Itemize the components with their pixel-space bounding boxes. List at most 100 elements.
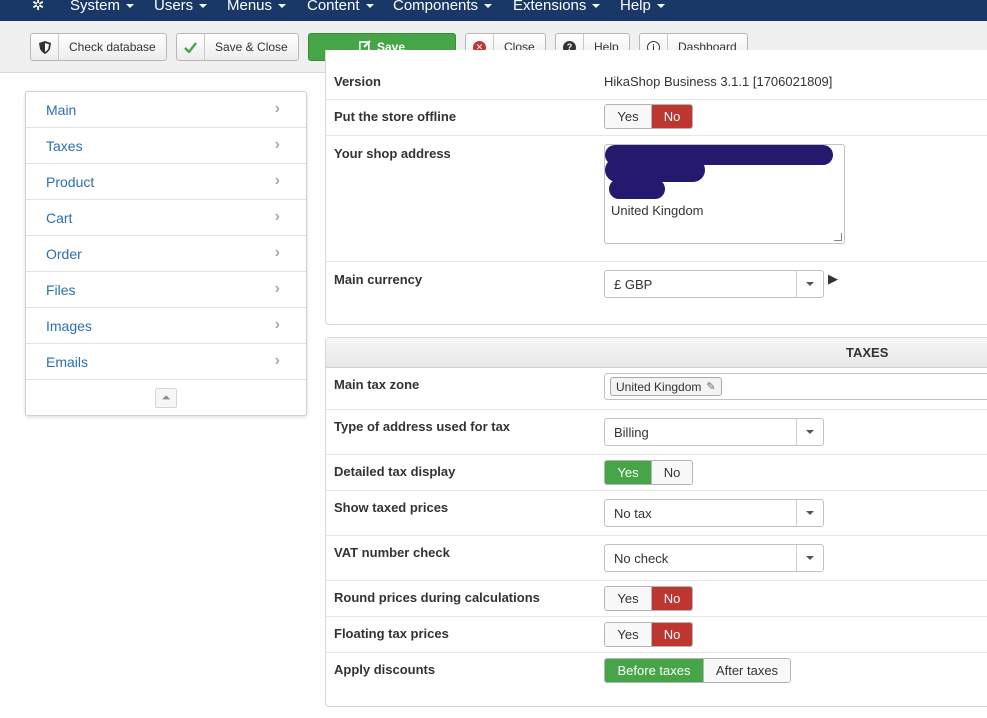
chevron-right-icon: › [274, 244, 280, 261]
top-menu-bar: ✲ System Users Menus Content Components … [0, 0, 987, 21]
round-prices-row: Round prices during calculations Yes No [326, 581, 987, 617]
main-currency-row: Main currency £ GBP ▶ [326, 262, 987, 324]
sidebar-item-taxes[interactable]: Taxes › [26, 128, 306, 164]
sidebar-item-label: Main [46, 101, 77, 118]
redaction-mark [609, 179, 665, 199]
floating-tax-no[interactable]: No [651, 623, 692, 646]
caret-down-icon [126, 4, 135, 9]
sidebar-item-label: Cart [46, 209, 73, 226]
apply-discounts-label: Apply discounts [334, 662, 436, 677]
round-prices-toggle: Yes No [604, 586, 693, 611]
menu-system-label: System [70, 0, 121, 14]
sidebar-item-main[interactable]: Main › [26, 92, 306, 128]
taxes-title: TAXES [846, 345, 889, 360]
menu-components[interactable]: Components [393, 0, 493, 16]
menu-extensions[interactable]: Extensions [513, 0, 601, 16]
taxes-panel: TAXES Main tax zone United Kingdom ✎ Type… [325, 337, 987, 707]
sidebar-item-label: Taxes [46, 137, 83, 154]
store-offline-no[interactable]: No [651, 105, 692, 128]
collapse-menu-icon[interactable]: ⏶ [155, 388, 177, 408]
sidebar-item-files[interactable]: Files › [26, 272, 306, 308]
chevron-right-icon: › [274, 100, 280, 117]
shop-address-label: Your shop address [334, 146, 451, 161]
vat-check-row: VAT number check No check [326, 536, 987, 581]
floating-tax-yes[interactable]: Yes [605, 623, 651, 646]
show-taxed-select[interactable]: No tax [604, 499, 824, 527]
caret-down-icon [365, 4, 374, 9]
caret-down-icon [278, 4, 287, 9]
menu-menus[interactable]: Menus [227, 0, 287, 16]
store-offline-row: Put the store offline Yes No [326, 100, 987, 136]
save-close-button[interactable]: Save & Close [176, 33, 299, 61]
resize-handle-icon[interactable] [834, 233, 842, 241]
store-offline-label: Put the store offline [334, 109, 457, 124]
sidebar-item-emails[interactable]: Emails › [26, 344, 306, 380]
dropdown-arrow-icon [796, 500, 823, 526]
config-side-menu: Main › Taxes › Product › Cart › Order › Files… [25, 91, 307, 416]
sidebar-item-label: Images [46, 317, 92, 334]
caret-down-icon [592, 4, 601, 9]
pencil-icon[interactable]: ✎ [706, 380, 715, 393]
main-tax-zone-label: Main tax zone [334, 377, 420, 392]
sidebar-item-order[interactable]: Order › [26, 236, 306, 272]
menu-help[interactable]: Help [620, 0, 665, 16]
caret-down-icon [656, 4, 665, 9]
main-settings-panel: Version HikaShop Business 3.1.1 [1706021… [325, 50, 987, 325]
zone-tag[interactable]: United Kingdom ✎ [610, 377, 722, 396]
sidebar-item-images[interactable]: Images › [26, 308, 306, 344]
round-prices-no[interactable]: No [651, 587, 692, 610]
check-database-button[interactable]: Check database [30, 33, 167, 61]
menu-content[interactable]: Content [307, 0, 374, 16]
tax-address-type-label: Type of address used for tax [334, 419, 511, 434]
check-database-label: Check database [69, 40, 156, 54]
sidebar-item-cart[interactable]: Cart › [26, 200, 306, 236]
detailed-tax-no[interactable]: No [651, 461, 692, 484]
caret-down-icon [199, 4, 208, 9]
round-prices-label: Round prices during calculations [334, 590, 540, 605]
discounts-after-taxes[interactable]: After taxes [703, 659, 790, 682]
shop-address-textarea[interactable]: United Kingdom [604, 144, 845, 244]
taxes-header: TAXES [326, 338, 987, 368]
tax-address-type-select[interactable]: Billing [604, 418, 824, 446]
show-taxed-row: Show taxed prices No tax [326, 491, 987, 536]
floating-tax-toggle: Yes No [604, 622, 693, 647]
currency-link-chevron-icon[interactable]: ▶ [828, 271, 838, 287]
main-tax-zone-field[interactable]: United Kingdom ✎ [604, 373, 987, 400]
round-prices-yes[interactable]: Yes [605, 587, 651, 610]
tax-address-type-value: Billing [614, 424, 649, 440]
floating-tax-label: Floating tax prices [334, 626, 449, 641]
store-offline-yes[interactable]: Yes [605, 105, 651, 128]
chevron-right-icon: › [274, 316, 280, 333]
menu-users-label: Users [154, 0, 194, 14]
main-currency-value: £ GBP [614, 276, 653, 292]
menu-users[interactable]: Users [154, 0, 208, 16]
chevron-right-icon: › [274, 208, 280, 225]
discounts-before-taxes[interactable]: Before taxes [605, 659, 703, 682]
version-row: Version HikaShop Business 3.1.1 [1706021… [326, 50, 987, 100]
version-label: Version [334, 74, 381, 89]
menu-system[interactable]: System [70, 0, 135, 16]
save-close-label: Save & Close [215, 40, 288, 54]
detailed-tax-yes[interactable]: Yes [605, 461, 651, 484]
shop-address-row: Your shop address United Kingdom [326, 136, 987, 262]
sidebar-item-product[interactable]: Product › [26, 164, 306, 200]
menu-components-label: Components [393, 0, 479, 14]
tax-address-type-row: Type of address used for tax Billing [326, 410, 987, 455]
vat-check-select[interactable]: No check [604, 544, 824, 572]
menu-help-label: Help [620, 0, 651, 14]
caret-down-icon [484, 4, 493, 9]
chevron-right-icon: › [274, 136, 280, 153]
shield-icon [31, 34, 59, 60]
detailed-tax-label: Detailed tax display [334, 464, 456, 479]
shop-address-country: United Kingdom [611, 203, 704, 218]
sidebar-item-label: Order [46, 245, 82, 262]
detailed-tax-toggle: Yes No [604, 460, 693, 485]
sidebar-item-label: Files [46, 281, 76, 298]
main-tax-zone-row: Main tax zone United Kingdom ✎ [326, 368, 987, 410]
chevron-right-icon: › [274, 280, 280, 297]
joomla-logo-icon[interactable]: ✲ [28, 0, 48, 14]
sidebar-item-label: Product [46, 173, 95, 190]
apply-discounts-row: Apply discounts Before taxes After taxes [326, 653, 987, 693]
main-currency-select[interactable]: £ GBP [604, 270, 824, 298]
store-offline-toggle: Yes No [604, 104, 693, 129]
